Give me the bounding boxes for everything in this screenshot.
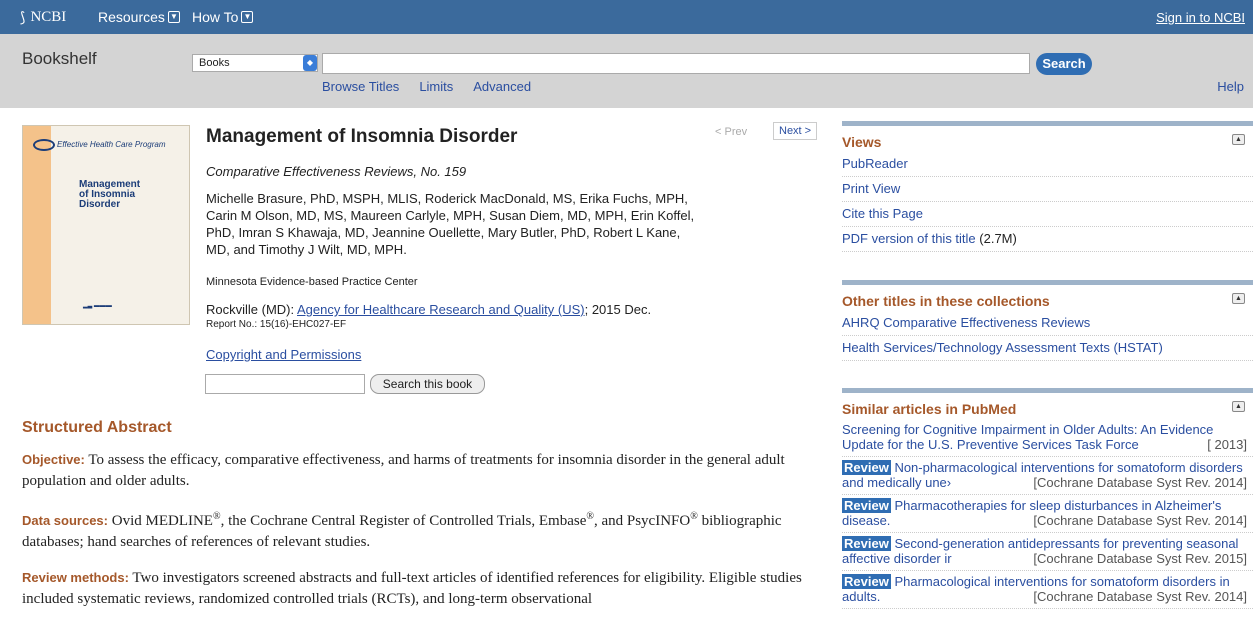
book-publication: Rockville (MD): Agency for Healthcare Re… [206,302,652,317]
help-link[interactable]: Help [1217,79,1244,94]
collection-link[interactable]: AHRQ Comparative Effectiveness Reviews [842,311,1253,336]
similar-article[interactable]: Review Pharmacological interventions for… [842,571,1253,609]
database-label: Bookshelf [22,49,97,68]
objective-paragraph: Objective: To assess the efficacy, compa… [22,452,785,489]
collapse-icon[interactable]: ▲ [1232,401,1245,412]
ahrq-seal-icon: ▂▃ ▬▬▬ [83,303,112,309]
copyright-link[interactable]: Copyright and Permissions [206,347,361,362]
ehc-logo-icon [33,139,55,151]
chevron-down-icon: ▼ [167,11,180,23]
similar-article[interactable]: Review Non-pharmacological interventions… [842,457,1253,495]
print-view-link[interactable]: Print View [842,177,1253,202]
database-select[interactable]: Books ◆ [192,54,318,72]
top-bar: ⟆ NCBI Resources ▼ How To ▼ Sign in to N… [0,0,1253,34]
advanced-link[interactable]: Advanced [473,79,531,94]
collection-link[interactable]: Health Services/Technology Assessment Te… [842,336,1253,361]
collapse-icon[interactable]: ▲ [1232,293,1245,304]
cite-page-link[interactable]: Cite this Page [842,202,1253,227]
similar-article[interactable]: Review Pharmacotherapies for sleep distu… [842,495,1253,533]
similar-article[interactable]: Screening for Cognitive Impairment in Ol… [842,419,1253,457]
search-book-button[interactable]: Search this book [370,374,485,394]
panel-divider [842,121,1253,126]
resources-menu[interactable]: Resources ▼ [98,9,180,25]
search-input[interactable] [322,53,1030,74]
howto-menu[interactable]: How To ▼ [192,9,254,25]
resources-label: Resources [98,9,165,25]
database-select-value: Books [199,57,230,69]
pdf-version-link[interactable]: PDF version of this title (2.7M) [842,227,1253,252]
publisher-link[interactable]: Agency for Healthcare Research and Quali… [297,302,585,317]
similar-articles-panel: Similar articles in PubMed ▲ Screening f… [842,388,1253,609]
book-title: Management of Insomnia Disorder [206,126,518,147]
search-button[interactable]: Search [1036,53,1092,75]
ncbi-helix-icon: ⟆ [20,9,26,26]
views-heading: Views [842,134,882,150]
ncbi-logo-text: NCBI [30,9,67,25]
panel-divider [842,280,1253,285]
howto-label: How To [192,9,239,25]
book-series: Comparative Effectiveness Reviews, No. 1… [206,164,467,179]
book-center: Minnesota Evidence-based Practice Center [206,276,418,288]
limits-link[interactable]: Limits [419,79,453,94]
select-arrow-icon: ◆ [303,55,317,71]
prev-link: < Prev [715,126,748,138]
collapse-icon[interactable]: ▲ [1232,134,1245,145]
collections-panel: Other titles in these collections ▲ AHRQ… [842,280,1253,361]
search-bar: Bookshelf Books ◆ Search Browse Titles L… [0,34,1253,108]
browse-titles-link[interactable]: Browse Titles [322,79,399,94]
cover-program: Effective Health Care Program [33,139,183,159]
sources-paragraph: Data sources: Ovid MEDLINE®, the Cochran… [22,511,782,550]
similar-heading: Similar articles in PubMed [842,401,1017,417]
review-badge: Review [842,460,891,475]
sign-in-link[interactable]: Sign in to NCBI [1156,10,1245,25]
search-links: Browse Titles Limits Advanced [322,79,531,94]
report-number: Report No.: 15(16)-EHC027-EF [206,319,347,330]
book-cover[interactable]: Effective Health Care Program Management… [22,125,190,325]
methods-paragraph: Review methods: Two investigators screen… [22,570,802,607]
book-search-input[interactable] [205,374,365,394]
next-link[interactable]: Next > [773,122,818,140]
chevron-down-icon: ▼ [241,11,254,23]
cover-title: Management of Insomnia Disorder [79,179,141,210]
pubreader-link[interactable]: PubReader [842,152,1253,177]
review-badge: Review [842,536,891,551]
ncbi-logo[interactable]: ⟆ NCBI [20,9,66,26]
book-authors: Michelle Brasure, PhD, MSPH, MLIS, Roder… [206,191,695,257]
abstract-heading: Structured Abstract [22,419,172,436]
panel-divider [842,388,1253,393]
review-badge: Review [842,498,891,513]
review-badge: Review [842,574,891,589]
similar-article[interactable]: Review Second-generation antidepressants… [842,533,1253,571]
views-panel: Views ▲ PubReader Print View Cite this P… [842,121,1253,252]
collections-heading: Other titles in these collections [842,293,1050,309]
